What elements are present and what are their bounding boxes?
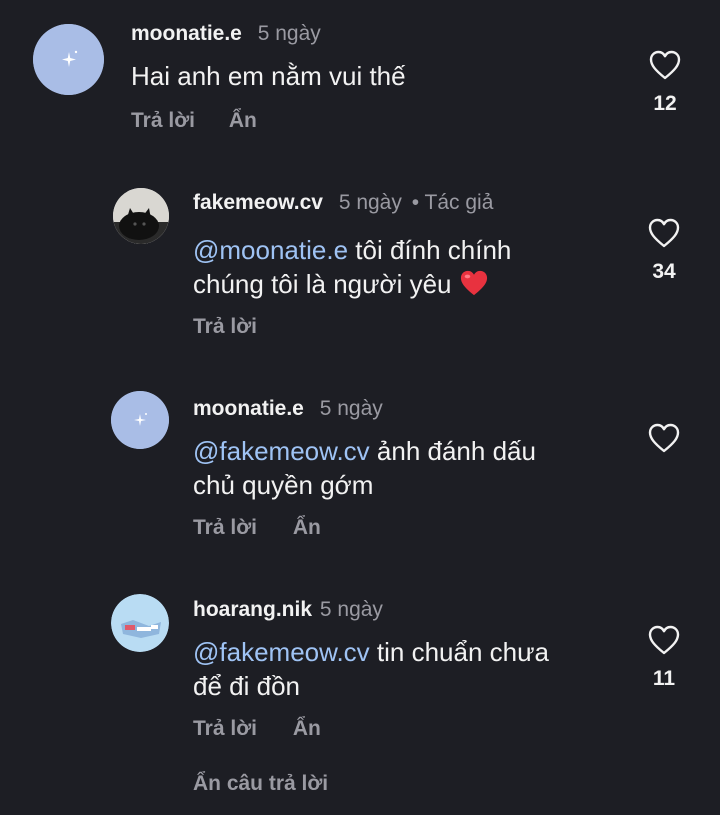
black-cat-icon bbox=[113, 188, 169, 244]
comment-text-line: ảnh đánh dấu bbox=[369, 436, 536, 466]
like-area: 12 bbox=[635, 50, 695, 116]
like-area: 11 bbox=[634, 625, 694, 691]
reply-item: moonatie.e 5 ngày @fakemeow.cv ảnh đánh … bbox=[0, 383, 720, 563]
mention-link[interactable]: @fakemeow.cv bbox=[193, 637, 370, 667]
comment-text: Hai anh em nằm vui thế bbox=[131, 59, 406, 93]
comment-actions: Trả lời bbox=[193, 315, 257, 339]
comment-text: @fakemeow.cv tin chuẩn chưa để đi đồn bbox=[193, 635, 549, 703]
reply-button[interactable]: Trả lời bbox=[193, 717, 257, 740]
like-count: 34 bbox=[652, 260, 676, 283]
comment-text-line: chúng tôi là người yêu bbox=[193, 269, 452, 299]
like-count: 11 bbox=[652, 667, 676, 690]
comment-text: @fakemeow.cv ảnh đánh dấu chủ quyền gớm bbox=[193, 434, 536, 502]
comment-header: fakemeow.cv 5 ngày • Tác giả bbox=[193, 191, 493, 215]
reply-button[interactable]: Trả lời bbox=[193, 516, 257, 539]
avatar[interactable] bbox=[111, 594, 169, 652]
avatar[interactable] bbox=[33, 24, 104, 95]
comment-text-line: chủ quyền gớm bbox=[193, 470, 374, 500]
like-area: 34 bbox=[634, 218, 694, 284]
username[interactable]: moonatie.e bbox=[131, 22, 242, 45]
like-count: 12 bbox=[653, 92, 677, 115]
sparkle-icon bbox=[111, 391, 169, 449]
username[interactable]: hoarang.nik bbox=[193, 598, 312, 621]
hide-replies-button[interactable]: Ẩn câu trả lời bbox=[193, 772, 328, 796]
sticker-avatar-icon bbox=[111, 594, 169, 652]
red-heart-emoji-icon bbox=[460, 270, 487, 296]
heart-icon[interactable] bbox=[649, 50, 681, 80]
comment-header: hoarang.nik 5 ngày bbox=[193, 598, 383, 622]
comment-item: moonatie.e 5 ngày Hai anh em nằm vui thế… bbox=[0, 0, 720, 160]
comment-header: moonatie.e 5 ngày bbox=[131, 22, 321, 46]
comment-text-line: tin chuẩn chưa bbox=[369, 637, 549, 667]
comment-text: @moonatie.e tôi đính chính chúng tôi là … bbox=[193, 233, 511, 301]
avatar[interactable] bbox=[111, 391, 169, 449]
comment-header: moonatie.e 5 ngày bbox=[193, 397, 383, 421]
comment-time: 5 ngày bbox=[319, 397, 383, 420]
reply-item: hoarang.nik 5 ngày @fakemeow.cv tin chuẩ… bbox=[0, 585, 720, 755]
avatar[interactable] bbox=[113, 188, 169, 244]
reply-button[interactable]: Trả lời bbox=[193, 315, 257, 338]
comment-time: 5 ngày bbox=[319, 598, 383, 621]
heart-icon[interactable] bbox=[648, 625, 680, 655]
heart-icon[interactable] bbox=[648, 423, 680, 453]
comment-actions: Trả lời Ẩn bbox=[131, 109, 257, 133]
hide-button[interactable]: Ẩn bbox=[293, 717, 321, 740]
mention-link[interactable]: @fakemeow.cv bbox=[193, 436, 370, 466]
sparkle-icon bbox=[33, 24, 104, 95]
comment-time: 5 ngày bbox=[257, 22, 321, 45]
comment-text-line: tôi đính chính bbox=[348, 235, 512, 265]
mention-link[interactable]: @moonatie.e bbox=[193, 235, 348, 265]
like-area bbox=[634, 423, 694, 453]
hide-button[interactable]: Ẩn bbox=[229, 109, 257, 132]
comment-time: 5 ngày bbox=[338, 191, 402, 214]
reply-button[interactable]: Trả lời bbox=[131, 109, 195, 132]
comment-text-line: Hai anh em nằm vui thế bbox=[131, 61, 406, 91]
comment-text-line: để đi đồn bbox=[193, 671, 300, 701]
hide-button[interactable]: Ẩn bbox=[293, 516, 321, 539]
comment-actions: Trả lời Ẩn bbox=[193, 717, 321, 741]
heart-icon[interactable] bbox=[648, 218, 680, 248]
username[interactable]: fakemeow.cv bbox=[193, 191, 323, 214]
comment-actions: Trả lời Ẩn bbox=[193, 516, 321, 540]
username[interactable]: moonatie.e bbox=[193, 397, 304, 420]
author-badge: • Tác giả bbox=[411, 191, 494, 214]
reply-item: fakemeow.cv 5 ngày • Tác giả @moonatie.e… bbox=[0, 175, 720, 355]
